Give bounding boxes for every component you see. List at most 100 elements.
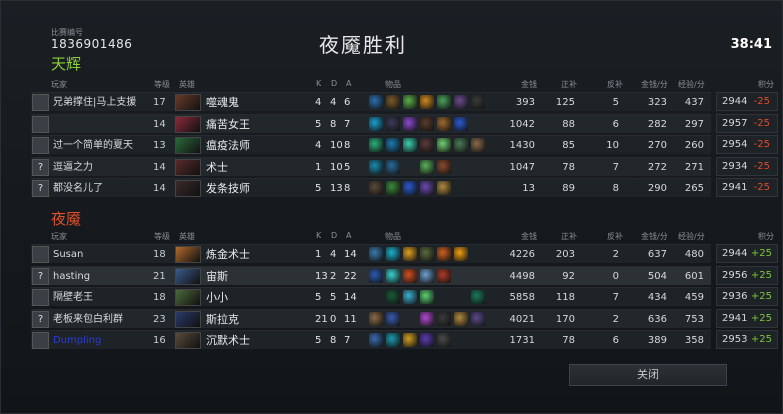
item-icon[interactable] (420, 159, 434, 174)
item-icon[interactable] (369, 181, 383, 195)
hero-portrait-icon[interactable] (175, 158, 201, 176)
hero-portrait-icon[interactable] (175, 332, 201, 349)
hero-portrait-icon[interactable] (175, 180, 201, 197)
item-icon[interactable] (369, 311, 383, 326)
player-name[interactable]: 隔壁老王 (53, 288, 93, 307)
item-icon[interactable] (420, 138, 434, 152)
item-icon[interactable] (369, 138, 383, 152)
match-duration: 38:41 (730, 37, 772, 52)
item-icon[interactable] (386, 181, 400, 195)
item-icon[interactable] (471, 290, 485, 304)
item-icon[interactable] (471, 95, 485, 109)
item-icon[interactable] (454, 116, 468, 131)
player-row[interactable]: ? hasting 21 宙斯 13 2 22 4498 92 0 504 601 (31, 265, 711, 286)
item-icon[interactable] (403, 181, 417, 195)
gold-value: 5858 (509, 292, 535, 303)
player-row[interactable]: 兄弟撑住|马上支援 17 噬魂鬼 4 4 6 393 125 5 323 437 (31, 92, 711, 111)
player-name[interactable]: 老板来包白利群 (53, 310, 123, 329)
item-icon[interactable] (386, 268, 400, 283)
close-button[interactable]: 关闭 (569, 364, 727, 386)
player-name[interactable]: Susan (53, 245, 83, 264)
item-icon[interactable] (369, 247, 383, 261)
player-avatar (32, 289, 49, 306)
item-icon[interactable] (420, 290, 434, 304)
item-icon[interactable] (437, 181, 451, 195)
player-name[interactable]: 逗逼之力 (53, 158, 93, 177)
item-icon[interactable] (454, 95, 468, 109)
player-name[interactable]: 过一个简单的夏天 (53, 136, 133, 155)
kills-value: 5 (315, 292, 322, 303)
gpm-value: 637 (647, 249, 667, 260)
item-icon[interactable] (420, 95, 434, 109)
player-name[interactable]: hasting (53, 267, 90, 286)
hero-portrait-icon[interactable] (175, 246, 201, 263)
item-icon[interactable] (386, 159, 400, 174)
item-icon[interactable] (437, 247, 451, 261)
hero-portrait-icon[interactable] (175, 310, 201, 328)
hero-portrait-icon[interactable] (175, 267, 201, 285)
gold-value: 1430 (509, 140, 535, 151)
item-icon[interactable] (437, 95, 451, 109)
player-row[interactable]: Dumpling 16 沉默术士 5 8 7 1731 78 6 389 358 (31, 330, 711, 349)
item-icon[interactable] (420, 268, 434, 283)
player-row[interactable]: 过一个简单的夏天 13 瘟疫法师 4 10 8 1430 85 10 270 260 (31, 135, 711, 154)
item-icon[interactable] (403, 268, 417, 283)
item-icon[interactable] (471, 138, 485, 152)
item-icon[interactable] (420, 116, 434, 131)
item-icon[interactable] (454, 138, 468, 152)
deaths-value: 10 (330, 140, 343, 151)
rating-value: 2957 (722, 117, 748, 129)
player-row[interactable]: 14 痛苦女王 5 8 7 1042 88 6 282 297 (31, 113, 711, 133)
item-icon[interactable] (403, 333, 417, 347)
item-icon[interactable] (437, 333, 451, 347)
item-icon[interactable] (437, 138, 451, 152)
item-icon[interactable] (471, 311, 485, 326)
player-row[interactable]: ? 都没名儿了 14 发条技师 5 13 8 13 89 8 290 265 (31, 178, 711, 197)
hero-portrait-icon[interactable] (175, 289, 201, 306)
item-icon[interactable] (403, 290, 417, 304)
dire-header-gpm: 金钱/分 (641, 232, 668, 241)
item-icon[interactable] (420, 247, 434, 261)
item-icon[interactable] (386, 247, 400, 261)
xpm-value: 601 (684, 270, 704, 282)
item-icon[interactable] (420, 333, 434, 347)
item-icon[interactable] (369, 333, 383, 347)
item-icon[interactable] (403, 116, 417, 131)
item-icon[interactable] (369, 116, 383, 131)
item-icon[interactable] (437, 159, 451, 174)
item-icon[interactable] (403, 138, 417, 152)
item-icon[interactable] (420, 311, 434, 326)
player-row[interactable]: ? 老板来包白利群 23 斯拉克 21 0 11 4021 170 2 636 753 (31, 308, 711, 329)
player-name[interactable]: 都没名儿了 (53, 179, 103, 198)
item-icon[interactable] (454, 247, 468, 261)
item-icon[interactable] (386, 95, 400, 109)
player-row[interactable]: ? 逗逼之力 14 术士 1 10 5 1047 78 7 272 271 (31, 156, 711, 177)
hero-portrait-icon[interactable] (175, 137, 201, 154)
hero-portrait-icon[interactable] (175, 94, 201, 111)
dire-header-k: K (316, 231, 322, 240)
item-icon[interactable] (403, 95, 417, 109)
item-icon[interactable] (437, 116, 451, 131)
item-icon[interactable] (437, 268, 451, 283)
item-icon[interactable] (454, 311, 468, 326)
item-icon[interactable] (386, 311, 400, 326)
item-icon[interactable] (369, 159, 383, 174)
item-icon[interactable] (386, 333, 400, 347)
player-row[interactable]: Susan 18 炼金术士 1 4 14 4226 203 2 637 480 (31, 244, 711, 263)
player-name[interactable]: 兄弟撑住|马上支援 (53, 93, 136, 112)
item-icon[interactable] (420, 181, 434, 195)
item-icon[interactable] (369, 268, 383, 283)
player-row[interactable]: 隔壁老王 18 小小 5 5 14 5858 118 7 434 459 (31, 287, 711, 306)
item-icon[interactable] (437, 311, 451, 326)
radiant-header-dn: 反补 (607, 80, 623, 89)
last-hits-value: 88 (562, 118, 575, 130)
item-icon[interactable] (369, 95, 383, 109)
rating-value: 2944 (722, 248, 748, 259)
hero-portrait-icon[interactable] (175, 115, 201, 133)
item-icon[interactable] (386, 290, 400, 304)
item-icon[interactable] (386, 116, 400, 131)
deaths-value: 4 (330, 249, 337, 260)
item-icon[interactable] (386, 138, 400, 152)
item-icon[interactable] (403, 247, 417, 261)
player-name[interactable]: Dumpling (53, 331, 101, 350)
